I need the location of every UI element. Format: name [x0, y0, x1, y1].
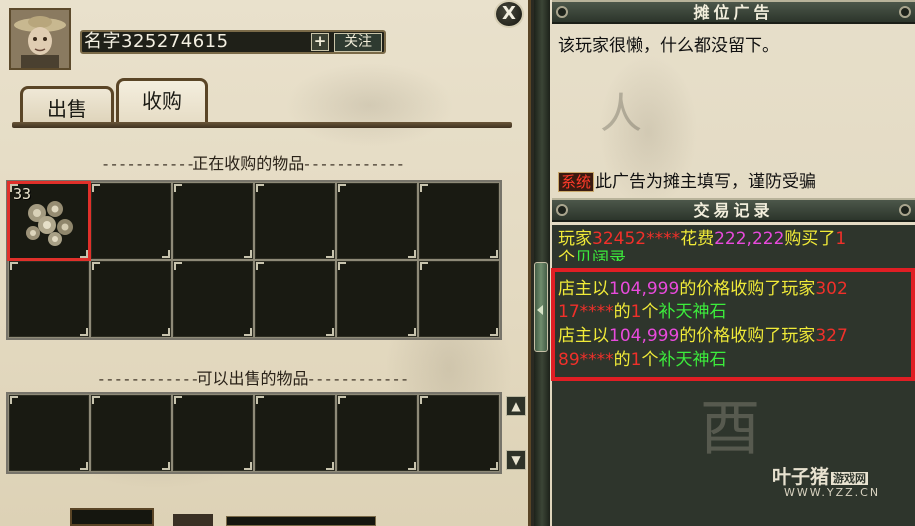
trade-log-line: 个贝阔录: [558, 249, 626, 261]
sellable-section-header: - - - - - - - - - - - -可以出售的物品- - - - - …: [98, 369, 408, 388]
item-slot[interactable]: [8, 394, 90, 472]
item-slot[interactable]: [254, 182, 336, 260]
owner-avatar[interactable]: [9, 8, 71, 70]
item-slot[interactable]: [418, 182, 500, 260]
item-slot[interactable]: [418, 260, 500, 338]
item-slot[interactable]: [90, 394, 172, 472]
price-field[interactable]: [226, 516, 376, 526]
item-slot[interactable]: [336, 260, 418, 338]
ad-message: 该玩家很懒，什么都没留下。: [558, 36, 779, 56]
portrait-icon: [11, 10, 69, 68]
buying-section-header: - - - - - - - - - - -正在收购的物品- - - - - - …: [102, 154, 403, 173]
item-slot[interactable]: [254, 260, 336, 338]
header-knob-icon: [556, 204, 568, 216]
trade-log-segment: 32452****: [592, 229, 681, 249]
highlight-box: [551, 268, 915, 381]
system-tag: 系统: [558, 172, 595, 192]
item-slot[interactable]: [336, 394, 418, 472]
item-slot[interactable]: [418, 394, 500, 472]
item-slot[interactable]: [90, 182, 172, 260]
sellable-section-title: 可以出售的物品: [196, 369, 309, 388]
item-slot[interactable]: [172, 260, 254, 338]
item-slot[interactable]: [172, 394, 254, 472]
ad-panel-header: 摊位广告: [552, 0, 915, 24]
tab-divider: [12, 122, 512, 128]
price-label: [173, 514, 213, 526]
watermark-url: WWW.YZZ.CN: [784, 486, 881, 499]
trade-log-segment: 花费: [680, 229, 715, 249]
trade-log-header: 交易记录: [552, 198, 915, 222]
watermark-brand: 叶子猪: [772, 466, 830, 488]
trade-log-segment: 贝阔录: [575, 249, 626, 261]
tab-sell[interactable]: 出售: [20, 86, 114, 126]
header-knob-icon: [899, 204, 911, 216]
trade-log-segment: 222,222: [714, 229, 785, 249]
item-slot[interactable]: [172, 182, 254, 260]
trade-log-segment: 个: [558, 249, 575, 261]
header-knob-icon: [556, 6, 568, 18]
ad-panel-title: 摊位广告: [693, 3, 774, 22]
tab-buy[interactable]: 收购: [116, 78, 208, 128]
owner-name: 名字325274615: [84, 31, 229, 52]
scroll-down-icon[interactable]: ▼: [506, 450, 526, 470]
sellable-items-grid: [6, 392, 502, 474]
item-slot[interactable]: [8, 260, 90, 338]
close-button[interactable]: X: [494, 0, 524, 28]
trade-log-segment: 玩家: [558, 229, 592, 249]
trade-log-segment: 购买了: [784, 229, 836, 249]
add-friend-button[interactable]: +: [311, 33, 329, 51]
buying-section-title: 正在收购的物品: [192, 154, 305, 173]
collapse-arrow-icon: [537, 305, 543, 315]
watermark-tag: 游戏网: [831, 471, 869, 485]
item-slot[interactable]: [90, 260, 172, 338]
watermark-logo: 叶子猪 游戏网: [772, 462, 869, 489]
ad-warning: 系统 此广告为摊主填写，谨防受骗: [558, 167, 816, 192]
ad-warning-text: 此广告为摊主填写，谨防受骗: [595, 172, 817, 192]
log-background-calligraphy: ⾣: [700, 394, 760, 464]
item-slot[interactable]: [336, 182, 418, 260]
trade-log-title: 交易记录: [693, 201, 774, 220]
buying-items-grid: 33: [6, 180, 502, 340]
follow-button[interactable]: 关注: [334, 33, 382, 52]
header-knob-icon: [899, 6, 911, 18]
background-calligraphy: ⼈: [600, 89, 643, 138]
item-slot[interactable]: 33: [7, 181, 91, 261]
bottom-slot[interactable]: [70, 508, 154, 526]
item-stack-count: 33: [13, 185, 32, 203]
scroll-up-icon[interactable]: ▲: [506, 396, 526, 416]
trade-log-line: 玩家32452****花费222,222购买了1: [558, 229, 846, 249]
trade-log-segment: 1: [835, 229, 847, 249]
item-slot[interactable]: [254, 394, 336, 472]
